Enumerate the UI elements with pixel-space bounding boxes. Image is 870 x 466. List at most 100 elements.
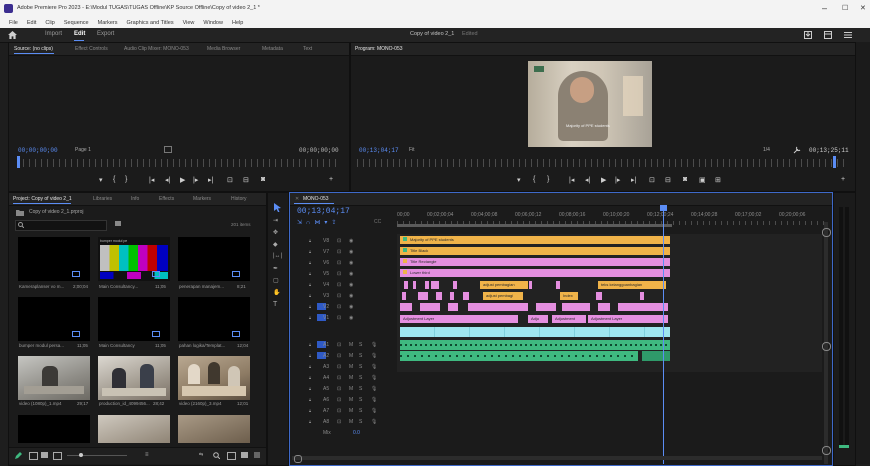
menu-window[interactable]: Window bbox=[203, 20, 223, 26]
track-lock-icon[interactable]: 🔒︎ bbox=[309, 419, 311, 424]
eye-icon[interactable]: ◉ bbox=[349, 260, 353, 266]
step-forward-icon[interactable]: |▸ bbox=[615, 176, 620, 184]
program-ruler[interactable] bbox=[357, 159, 845, 167]
clip-index[interactable]: Index bbox=[560, 292, 578, 300]
track-lock-icon[interactable]: 🔒︎ bbox=[309, 271, 311, 276]
sync-lock-icon[interactable]: ⊡ bbox=[337, 238, 341, 244]
sync-lock-icon[interactable]: ⊡ bbox=[337, 271, 341, 277]
go-to-in-icon[interactable]: |◂ bbox=[569, 176, 574, 184]
program-video-frame[interactable]: Majority of PPE students bbox=[528, 61, 652, 147]
tab-markers[interactable]: Markers bbox=[193, 196, 211, 202]
track-lock-icon[interactable]: 🔒︎ bbox=[309, 293, 311, 298]
clip-lower-third[interactable]: Lower third bbox=[400, 269, 670, 277]
thumbnail-meeting-video[interactable] bbox=[98, 356, 170, 400]
clip-audio-a2-b[interactable] bbox=[642, 351, 670, 361]
clip-small[interactable] bbox=[598, 303, 610, 311]
clip-small[interactable] bbox=[453, 281, 457, 289]
microphone-icon[interactable]: 🎙︎ bbox=[371, 408, 377, 414]
sync-lock-icon[interactable]: ⊡ bbox=[337, 304, 341, 310]
mute-button[interactable]: M bbox=[349, 353, 353, 359]
go-to-out-icon[interactable]: ▸| bbox=[631, 176, 636, 184]
track-lock-icon[interactable]: 🔒︎ bbox=[309, 249, 311, 254]
source-timecode[interactable]: 00;00;00;00 bbox=[18, 147, 58, 154]
timeline-timecode[interactable]: 00;13;04;17 bbox=[297, 207, 350, 216]
track-lock-icon[interactable]: 🔒︎ bbox=[309, 408, 311, 413]
solo-button[interactable]: S bbox=[359, 397, 362, 403]
work-area-bar[interactable] bbox=[397, 224, 672, 227]
clip-small[interactable] bbox=[556, 281, 560, 289]
menu-sequence[interactable]: Sequence bbox=[64, 20, 89, 26]
track-header-v5[interactable]: 🔒︎ V5 ⊡ ◉ bbox=[303, 269, 397, 280]
track-header-v1[interactable]: 🔒︎ V1 ⊡ ◉ bbox=[303, 313, 397, 324]
zoom-slider-handle[interactable] bbox=[79, 453, 83, 457]
mix-track-header[interactable]: Mix 0.0 bbox=[303, 428, 397, 439]
mark-in-icon[interactable]: ▾ bbox=[99, 176, 103, 184]
tab-libraries[interactable]: Libraries bbox=[93, 196, 112, 202]
add-marker-icon[interactable]: ▾ bbox=[517, 176, 521, 184]
track-header-a8[interactable]: 🔒︎ A8 ⊡ M S 🎙︎ bbox=[303, 417, 397, 428]
zoom-slider[interactable] bbox=[67, 455, 127, 456]
track-header-a4[interactable]: 🔒︎ A4 ⊡ M S 🎙︎ bbox=[303, 373, 397, 384]
clip-adju[interactable]: Adju bbox=[528, 315, 548, 323]
clip-main-video[interactable] bbox=[400, 327, 670, 337]
playhead-handle[interactable] bbox=[660, 205, 667, 211]
sync-lock-icon[interactable]: ⊡ bbox=[337, 282, 341, 288]
settings-icon[interactable] bbox=[164, 146, 172, 153]
sort-icon[interactable]: ≡ bbox=[145, 452, 149, 458]
menu-graphics[interactable]: Graphics and Titles bbox=[127, 20, 174, 26]
pencil-icon[interactable] bbox=[15, 452, 22, 459]
list-view-icon[interactable] bbox=[29, 452, 38, 460]
new-item-icon[interactable] bbox=[241, 452, 248, 458]
track-header-v6[interactable]: 🔒︎ V6 ⊡ ◉ bbox=[303, 258, 397, 269]
solo-button[interactable]: S bbox=[359, 342, 362, 348]
eye-icon[interactable]: ◉ bbox=[349, 271, 353, 277]
eye-icon[interactable]: ◉ bbox=[349, 293, 353, 299]
sync-lock-icon[interactable]: ⊡ bbox=[337, 249, 341, 255]
microphone-icon[interactable]: 🎙︎ bbox=[371, 386, 377, 392]
go-to-out-icon[interactable]: ▸| bbox=[208, 176, 213, 184]
add-button-icon[interactable]: + bbox=[841, 176, 845, 183]
tab-text[interactable]: Text bbox=[303, 46, 312, 52]
microphone-icon[interactable]: 🎙︎ bbox=[371, 397, 377, 403]
microphone-icon[interactable]: 🎙︎ bbox=[371, 353, 377, 359]
search-input[interactable] bbox=[15, 220, 107, 231]
clip-majority[interactable]: Majority of PPE students bbox=[400, 236, 670, 244]
timeline-hscroll[interactable] bbox=[292, 456, 822, 460]
mark-out-button[interactable]: } bbox=[547, 176, 549, 183]
extract-icon[interactable]: ⊟ bbox=[665, 176, 671, 184]
track-lock-icon[interactable]: 🔒︎ bbox=[309, 315, 311, 320]
solo-button[interactable]: S bbox=[359, 386, 362, 392]
track-header-a7[interactable]: 🔒︎ A7 ⊡ M S 🎙︎ bbox=[303, 406, 397, 417]
quick-export-icon[interactable] bbox=[804, 31, 812, 39]
tab-project[interactable]: Project: Copy of video 2_1 bbox=[13, 196, 72, 202]
thumbnail-video-10[interactable] bbox=[98, 415, 170, 443]
comparison-view-icon[interactable]: ▣ bbox=[699, 176, 706, 184]
razor-tool-icon[interactable]: ◆ bbox=[273, 241, 278, 248]
minimize-button[interactable]: – bbox=[822, 3, 827, 13]
program-timecode[interactable]: 00;13;04;17 bbox=[359, 147, 399, 154]
play-icon[interactable]: ▶ bbox=[180, 176, 185, 184]
find-icon[interactable] bbox=[213, 452, 220, 459]
type-tool-icon[interactable]: T bbox=[273, 301, 277, 308]
sync-lock-icon[interactable]: ⊡ bbox=[337, 408, 341, 414]
clip-adjust-pembagian[interactable]: adjust pembagian bbox=[480, 281, 528, 289]
track-header-a5[interactable]: 🔒︎ A5 ⊡ M S 🎙︎ bbox=[303, 384, 397, 395]
sync-lock-icon[interactable]: ⊡ bbox=[337, 397, 341, 403]
solo-button[interactable]: S bbox=[359, 364, 362, 370]
freeform-view-icon[interactable] bbox=[53, 452, 62, 460]
clip-adjustment-layer[interactable]: Adjustment Layer bbox=[400, 315, 518, 323]
sync-lock-icon[interactable]: ⊡ bbox=[337, 260, 341, 266]
eye-icon[interactable]: ◉ bbox=[349, 249, 353, 255]
clip-small[interactable] bbox=[562, 303, 590, 311]
workspace-tab-import[interactable]: Import bbox=[45, 31, 62, 37]
clip-small[interactable] bbox=[640, 292, 644, 300]
fit-selector[interactable]: Fit bbox=[409, 147, 415, 153]
track-lock-icon[interactable]: 🔒︎ bbox=[309, 304, 311, 309]
maximize-button[interactable]: ☐ bbox=[842, 4, 848, 12]
eye-icon[interactable]: ◉ bbox=[349, 238, 353, 244]
scroll-handle-bottom[interactable] bbox=[822, 446, 831, 455]
tab-program[interactable]: Program: MONO-053 bbox=[355, 46, 403, 52]
mute-button[interactable]: M bbox=[349, 386, 353, 392]
menu-clip[interactable]: Clip bbox=[45, 20, 54, 26]
menu-edit[interactable]: Edit bbox=[27, 20, 36, 26]
